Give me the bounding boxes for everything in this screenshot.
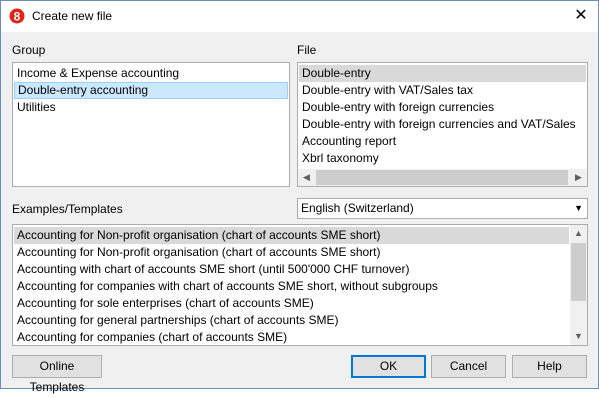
ok-button[interactable]: OK <box>351 355 426 378</box>
language-selected-value: English (Switzerland) <box>301 201 414 215</box>
close-icon[interactable]: ✕ <box>571 6 591 26</box>
file-item-foreign-currencies[interactable]: Double-entry with foreign currencies <box>299 99 586 116</box>
file-item-vat[interactable]: Double-entry with VAT/Sales tax <box>299 82 586 99</box>
svg-text:8: 8 <box>14 10 21 24</box>
group-item-utilities[interactable]: Utilities <box>14 99 288 116</box>
file-item-accounting-report[interactable]: Accounting report <box>299 133 586 150</box>
group-label: Group <box>12 43 46 57</box>
chevron-down-icon: ▼ <box>574 203 583 213</box>
vertical-scroll-thumb[interactable] <box>571 243 586 301</box>
file-item-double-entry[interactable]: Double-entry <box>299 65 586 82</box>
file-item-xbrl-taxonomy[interactable]: Xbrl taxonomy <box>299 150 586 167</box>
templates-listbox[interactable]: Accounting for Non-profit organisation (… <box>12 224 588 346</box>
online-templates-button[interactable]: Online Templates <box>12 355 102 394</box>
template-item[interactable]: Accounting for companies with chart of a… <box>14 278 569 295</box>
window-title: Create new file <box>32 9 113 23</box>
template-item[interactable]: Accounting for sole enterprises (chart o… <box>14 295 569 312</box>
file-label: File <box>297 43 317 57</box>
examples-templates-label: Examples/Templates <box>12 202 123 216</box>
template-item[interactable]: Accounting for Non-profit organisation (… <box>14 227 569 244</box>
template-item[interactable]: Accounting for Non-profit organisation (… <box>14 244 569 261</box>
template-item[interactable]: Accounting with chart of accounts SME sh… <box>14 261 569 278</box>
file-horizontal-scrollbar[interactable]: ◀ ▶ <box>298 169 587 186</box>
title-bar: 8 Create new file ✕ <box>1 1 598 32</box>
scroll-up-icon[interactable]: ▲ <box>570 225 587 242</box>
scroll-down-icon[interactable]: ▼ <box>570 328 587 345</box>
create-new-file-dialog: 8 Create new file ✕ Group Income & Expen… <box>0 0 599 394</box>
template-item[interactable]: Accounting for companies (chart of accou… <box>14 329 569 345</box>
scroll-right-icon[interactable]: ▶ <box>570 169 587 186</box>
template-item[interactable]: Accounting for general partnerships (cha… <box>14 312 569 329</box>
file-item-foreign-currencies-vat[interactable]: Double-entry with foreign currencies and… <box>299 116 586 133</box>
banana-app-icon: 8 <box>9 8 25 24</box>
language-dropdown[interactable]: English (Switzerland) ▼ <box>297 198 588 219</box>
help-button[interactable]: Help <box>512 355 587 378</box>
group-item-double-entry[interactable]: Double-entry accounting <box>14 82 288 99</box>
cancel-button[interactable]: Cancel <box>431 355 506 378</box>
group-item-income-expense[interactable]: Income & Expense accounting <box>14 65 288 82</box>
group-listbox[interactable]: Income & Expense accounting Double-entry… <box>12 62 290 187</box>
scroll-left-icon[interactable]: ◀ <box>298 169 315 186</box>
templates-vertical-scrollbar[interactable]: ▲ ▼ <box>570 225 587 345</box>
horizontal-scroll-thumb[interactable] <box>316 170 568 185</box>
file-listbox[interactable]: Double-entry Double-entry with VAT/Sales… <box>297 62 588 187</box>
